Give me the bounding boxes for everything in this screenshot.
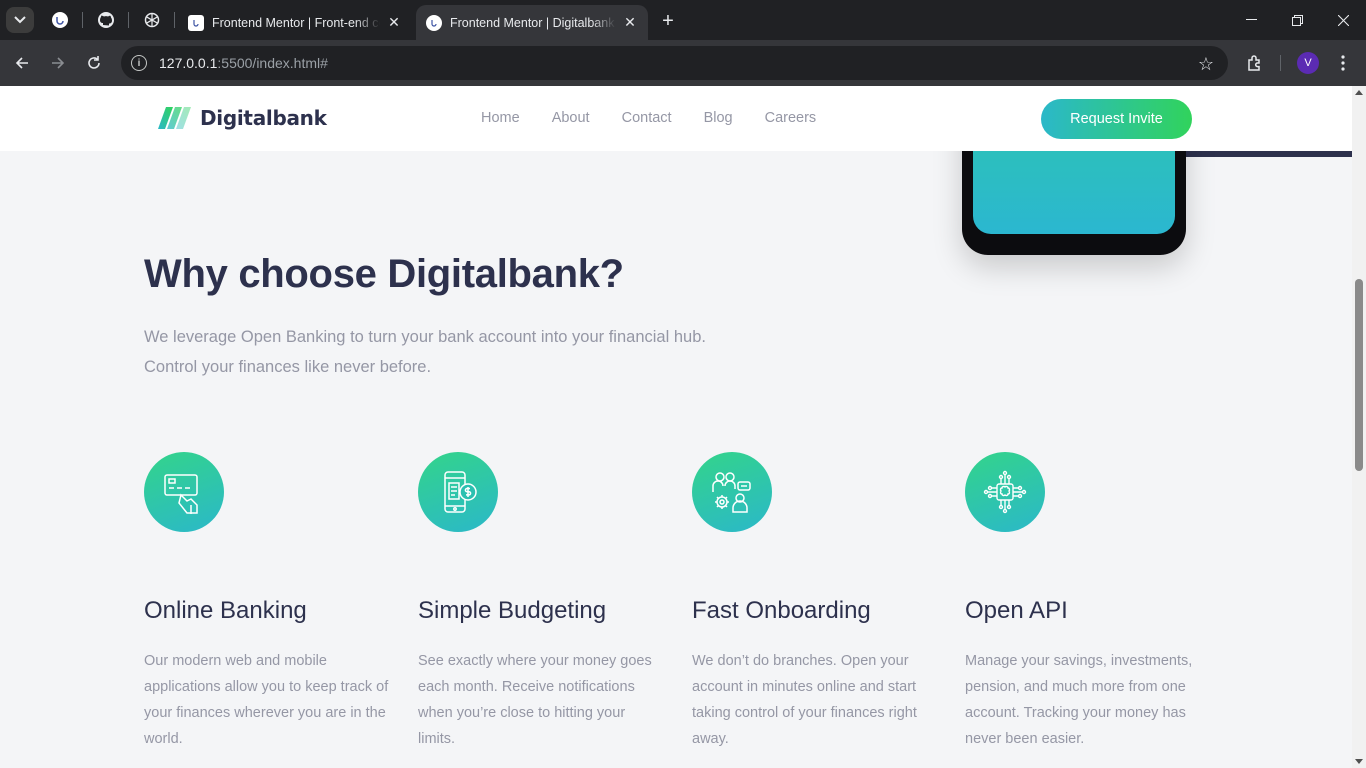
feature-online-banking: Online Banking Our modern web and mobile…: [144, 452, 389, 747]
page-scrollbar[interactable]: [1352, 86, 1366, 768]
tab-separator: [174, 12, 175, 28]
profile-avatar[interactable]: V: [1297, 52, 1319, 74]
github-icon: [98, 12, 114, 28]
close-tab-icon[interactable]: ✕: [386, 14, 402, 31]
feature-title: Fast Onboarding: [692, 597, 871, 624]
close-icon: [1337, 14, 1349, 26]
reload-button[interactable]: [82, 51, 106, 75]
tab-title: Frontend Mentor | Front-end coding chall…: [212, 15, 380, 30]
extensions-button[interactable]: [1243, 51, 1267, 75]
feature-text: See exactly where your money goes each m…: [418, 653, 652, 747]
frontend-mentor-favicon-icon: [188, 14, 204, 31]
onboarding-icon: [692, 452, 772, 532]
lead-line-1: We leverage Open Banking to turn your ba…: [144, 328, 706, 346]
minimize-icon: [1245, 19, 1257, 20]
nav-home[interactable]: Home: [481, 110, 520, 126]
request-invite-button[interactable]: Request Invite: [1041, 99, 1192, 139]
nav-about[interactable]: About: [552, 110, 590, 126]
feature-title: Online Banking: [144, 597, 307, 624]
budgeting-icon: [418, 452, 498, 532]
forward-button[interactable]: [46, 51, 70, 75]
tab-frontend-mentor-challenges[interactable]: Frontend Mentor | Front-end coding chall…: [178, 5, 412, 40]
nav-contact[interactable]: Contact: [622, 110, 672, 126]
tab-separator: [82, 12, 83, 28]
browser-menu-button[interactable]: [1331, 51, 1355, 75]
restore-icon: [1291, 14, 1303, 26]
tab-digitalbank[interactable]: Frontend Mentor | Digitalbank landing pa…: [416, 5, 648, 40]
scroll-down-arrow-icon[interactable]: [1355, 759, 1363, 764]
browser-toolbar: i 127.0.0.1:5500/index.html# ☆ V: [0, 40, 1366, 86]
hero-background-strip: [1180, 151, 1352, 157]
feature-title: Simple Budgeting: [418, 597, 607, 624]
online-banking-icon: [144, 452, 224, 532]
feature-simple-budgeting: Simple Budgeting See exactly where your …: [418, 452, 663, 747]
arrow-left-icon: [15, 57, 28, 69]
arrow-right-icon: [52, 57, 65, 69]
puzzle-icon: [1248, 55, 1260, 71]
api-icon: [965, 452, 1045, 532]
chevron-down-icon: [14, 16, 26, 24]
digitalbank-logo-icon: [158, 107, 191, 129]
feature-fast-onboarding: Fast Onboarding We don’t do branches. Op…: [692, 452, 937, 747]
url-text: 127.0.0.1:5500/index.html#: [159, 55, 328, 71]
toolbar-separator: [1280, 55, 1281, 71]
feature-open-api: Open API Manage your savings, investment…: [965, 452, 1210, 747]
site-header: Digitalbank Home About Contact Blog Care…: [0, 86, 1352, 151]
lead-line-2: Control your finances like never before.: [144, 358, 432, 376]
url-path: :5500/index.html#: [217, 55, 328, 71]
kebab-menu-icon: [1341, 55, 1345, 71]
tab-title: Frontend Mentor | Digitalbank landing pa…: [450, 15, 616, 30]
nav-careers[interactable]: Careers: [765, 110, 817, 126]
url-host: 127.0.0.1: [159, 55, 218, 71]
tab-separator: [128, 12, 129, 28]
bookmark-star-icon[interactable]: ☆: [1198, 54, 1214, 75]
pinned-tab-frontend-mentor[interactable]: [49, 9, 71, 31]
section-lead: We leverage Open Banking to turn your ba…: [144, 322, 744, 382]
frontend-mentor-favicon-icon: [426, 14, 442, 31]
close-window-button[interactable]: [1320, 0, 1366, 40]
pinned-tab-github[interactable]: [95, 9, 117, 31]
chatgpt-icon: [144, 12, 160, 28]
nav-blog[interactable]: Blog: [704, 110, 733, 126]
minimize-button[interactable]: [1228, 0, 1274, 40]
feature-title: Open API: [965, 597, 1068, 624]
tab-search-button[interactable]: [6, 7, 34, 33]
feature-text: We don’t do branches. Open your account …: [692, 653, 917, 747]
feature-text: Manage your savings, investments, pensio…: [965, 653, 1193, 747]
feature-text: Our modern web and mobile applications a…: [144, 653, 389, 747]
new-tab-button[interactable]: +: [657, 10, 679, 32]
restore-button[interactable]: [1274, 0, 1320, 40]
browser-tab-strip: Frontend Mentor | Front-end coding chall…: [0, 0, 1366, 40]
frontend-mentor-favicon-icon: [52, 12, 68, 28]
close-tab-icon[interactable]: ✕: [622, 14, 638, 31]
logo-text: Digitalbank: [200, 106, 327, 130]
pinned-tab-chatgpt[interactable]: [141, 9, 163, 31]
site-logo[interactable]: Digitalbank: [158, 106, 327, 130]
reload-icon: [88, 56, 100, 69]
scrollbar-thumb[interactable]: [1355, 279, 1363, 471]
page-viewport: Digitalbank Home About Contact Blog Care…: [0, 86, 1352, 768]
section-title: Why choose Digitalbank?: [144, 252, 624, 296]
back-button[interactable]: [10, 51, 34, 75]
scroll-up-arrow-icon[interactable]: [1355, 90, 1363, 95]
site-info-icon[interactable]: i: [131, 55, 147, 71]
main-nav: Home About Contact Blog Careers: [481, 110, 848, 126]
address-bar[interactable]: i 127.0.0.1:5500/index.html# ☆: [121, 46, 1228, 80]
